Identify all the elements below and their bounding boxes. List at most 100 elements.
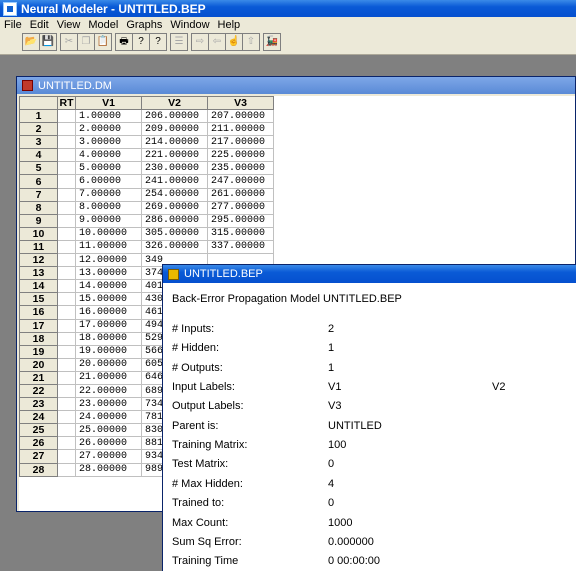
data-cell[interactable]: 21.00000 <box>75 370 142 385</box>
row-header[interactable]: 21 <box>19 370 58 385</box>
data-cell[interactable]: 25.00000 <box>75 423 142 438</box>
data-cell[interactable]: 214.00000 <box>141 135 208 150</box>
up-icon[interactable]: ⇧ <box>242 33 260 51</box>
rt-cell[interactable] <box>57 331 76 346</box>
row-header[interactable]: 10 <box>19 226 58 241</box>
data-cell[interactable]: 221.00000 <box>141 148 208 163</box>
data-cell[interactable]: 28.00000 <box>75 462 142 477</box>
rt-cell[interactable] <box>57 357 76 372</box>
row-header[interactable]: 1 <box>19 108 58 124</box>
data-cell[interactable]: 225.00000 <box>207 148 274 163</box>
bep-title-bar[interactable]: UNTITLED.BEP <box>163 265 576 283</box>
rt-cell[interactable] <box>57 266 76 281</box>
rt-cell[interactable] <box>57 122 76 137</box>
rt-cell[interactable] <box>57 200 76 215</box>
data-cell[interactable]: 254.00000 <box>141 187 208 202</box>
data-cell[interactable]: 295.00000 <box>207 213 274 228</box>
data-cell[interactable]: 261.00000 <box>207 187 274 202</box>
row-header[interactable]: 8 <box>19 200 58 215</box>
rt-cell[interactable] <box>57 423 76 438</box>
row-header[interactable]: 7 <box>19 187 58 202</box>
menu-model[interactable]: Model <box>84 19 122 31</box>
menu-file[interactable]: File <box>0 19 26 31</box>
row-header[interactable]: 4 <box>19 148 58 163</box>
grid-corner[interactable] <box>19 96 58 110</box>
data-cell[interactable]: 9.00000 <box>75 213 142 228</box>
menu-view[interactable]: View <box>53 19 85 31</box>
data-cell[interactable]: 286.00000 <box>141 213 208 228</box>
rt-cell[interactable] <box>57 305 76 320</box>
data-cell[interactable]: 5.00000 <box>75 161 142 176</box>
column-header-v3[interactable]: V3 <box>207 96 274 110</box>
rt-cell[interactable] <box>57 187 76 202</box>
data-cell[interactable]: 269.00000 <box>141 200 208 215</box>
data-cell[interactable]: 337.00000 <box>207 239 274 255</box>
pointer-icon[interactable]: ☝ <box>225 33 243 51</box>
data-cell[interactable]: 4.00000 <box>75 148 142 163</box>
open-icon[interactable]: 📂 <box>22 33 40 51</box>
row-header[interactable]: 17 <box>19 318 58 333</box>
data-cell[interactable]: 14.00000 <box>75 279 142 294</box>
paste-icon[interactable]: 📋 <box>94 33 112 51</box>
rt-cell[interactable] <box>57 148 76 163</box>
column-header-rt[interactable]: RT <box>57 96 76 110</box>
data-cell[interactable]: 6.00000 <box>75 174 142 189</box>
row-header[interactable]: 12 <box>19 253 58 268</box>
data-cell[interactable]: 230.00000 <box>141 161 208 176</box>
data-cell[interactable]: 22.00000 <box>75 383 142 399</box>
list-icon[interactable]: ☰ <box>170 33 188 51</box>
save-icon[interactable]: 💾 <box>39 33 57 51</box>
row-header[interactable]: 9 <box>19 213 58 228</box>
rt-cell[interactable] <box>57 436 76 451</box>
rt-cell[interactable] <box>57 383 76 399</box>
data-cell[interactable]: 326.00000 <box>141 239 208 255</box>
data-cell[interactable]: 277.00000 <box>207 200 274 215</box>
data-cell[interactable]: 305.00000 <box>141 226 208 241</box>
rt-cell[interactable] <box>57 174 76 189</box>
row-header[interactable]: 22 <box>19 383 58 399</box>
row-header[interactable]: 3 <box>19 135 58 150</box>
rt-cell[interactable] <box>57 410 76 425</box>
rt-cell[interactable] <box>57 397 76 412</box>
data-cell[interactable]: 24.00000 <box>75 410 142 425</box>
data-cell[interactable]: 17.00000 <box>75 318 142 333</box>
data-cell[interactable]: 19.00000 <box>75 344 142 359</box>
rt-cell[interactable] <box>57 318 76 333</box>
data-cell[interactable]: 241.00000 <box>141 174 208 189</box>
rt-cell[interactable] <box>57 239 76 255</box>
cut-icon[interactable]: ✂ <box>60 33 78 51</box>
menu-help[interactable]: Help <box>214 19 245 31</box>
help-icon[interactable]: ? <box>132 33 150 51</box>
data-cell[interactable]: 217.00000 <box>207 135 274 150</box>
row-header[interactable]: 11 <box>19 239 58 255</box>
menu-edit[interactable]: Edit <box>26 19 53 31</box>
data-cell[interactable]: 3.00000 <box>75 135 142 150</box>
data-cell[interactable]: 315.00000 <box>207 226 274 241</box>
rt-cell[interactable] <box>57 279 76 294</box>
row-header[interactable]: 14 <box>19 279 58 294</box>
row-header[interactable]: 13 <box>19 266 58 281</box>
rt-cell[interactable] <box>57 344 76 359</box>
back-icon[interactable]: ⇦ <box>208 33 226 51</box>
data-cell[interactable]: 26.00000 <box>75 436 142 451</box>
copy-icon[interactable]: ❐ <box>77 33 95 51</box>
data-cell[interactable]: 209.00000 <box>141 122 208 137</box>
row-header[interactable]: 16 <box>19 305 58 320</box>
menu-window[interactable]: Window <box>166 19 213 31</box>
data-cell[interactable]: 11.00000 <box>75 239 142 255</box>
data-cell[interactable]: 27.00000 <box>75 449 142 464</box>
rt-cell[interactable] <box>57 108 76 124</box>
row-header[interactable]: 15 <box>19 292 58 307</box>
row-header[interactable]: 24 <box>19 410 58 425</box>
data-cell[interactable]: 23.00000 <box>75 397 142 412</box>
column-header-v2[interactable]: V2 <box>141 96 208 110</box>
row-header[interactable]: 28 <box>19 462 58 477</box>
data-cell[interactable]: 206.00000 <box>141 108 208 124</box>
rt-cell[interactable] <box>57 462 76 477</box>
data-cell[interactable]: 1.00000 <box>75 108 142 124</box>
menu-graphs[interactable]: Graphs <box>122 19 166 31</box>
forward-icon[interactable]: ⇨ <box>191 33 209 51</box>
row-header[interactable]: 5 <box>19 161 58 176</box>
row-header[interactable]: 2 <box>19 122 58 137</box>
row-header[interactable]: 25 <box>19 423 58 438</box>
